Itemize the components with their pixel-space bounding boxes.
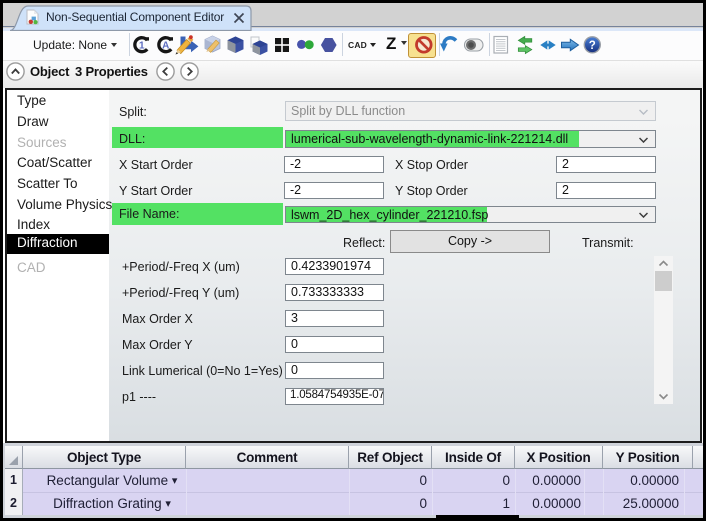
svg-text:1: 1	[139, 41, 145, 52]
svg-text:A: A	[162, 41, 169, 52]
svg-text:?: ?	[589, 40, 596, 52]
